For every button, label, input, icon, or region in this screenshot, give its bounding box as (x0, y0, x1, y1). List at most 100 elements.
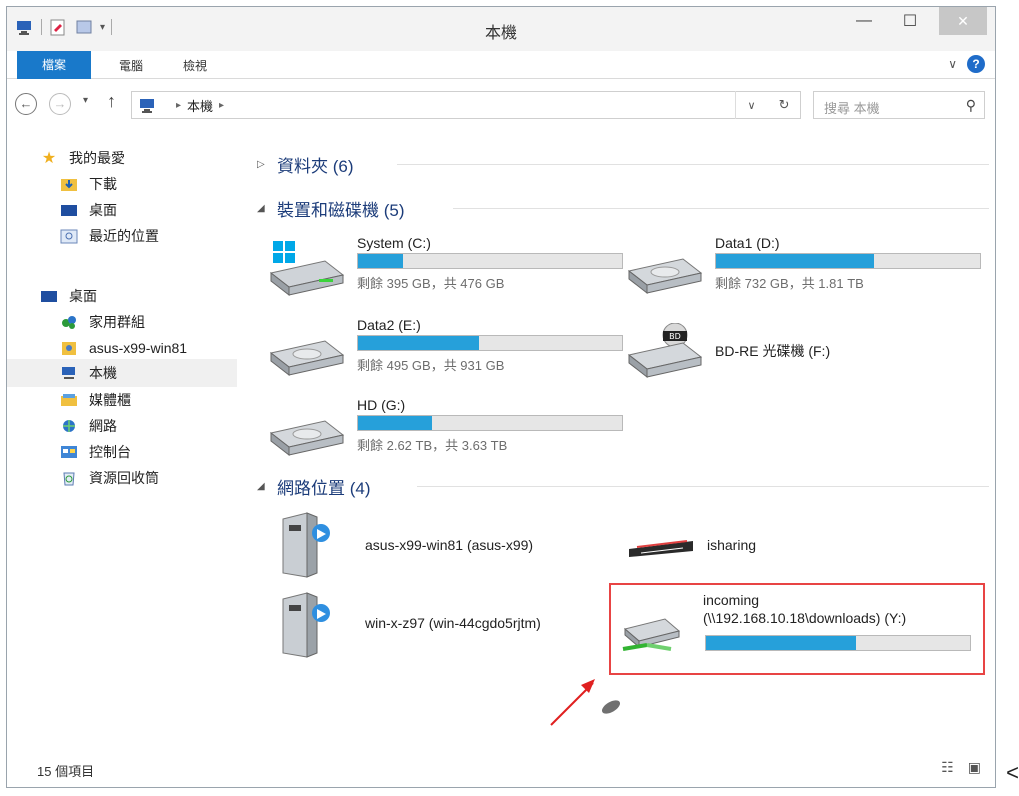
nav-selection-highlight (7, 359, 237, 387)
nav-recycle-bin[interactable]: 資源回收筒 (59, 465, 159, 491)
minimize-button[interactable]: — (841, 7, 887, 35)
group-network[interactable]: ◢ 網路位置 (4) (257, 473, 989, 499)
tab-computer[interactable]: 電腦 (119, 54, 143, 78)
network-drive-path: (\\192.168.10.18\downloads) (Y:) (703, 610, 907, 626)
status-bar: 15 個項目 ☷ ▣ (7, 751, 995, 787)
nav-label: 家用群組 (89, 314, 145, 330)
network-item[interactable]: asus-x99-win81 (asus-x99) (277, 511, 617, 581)
explorer-window: ▾ 本機 — ☐ ✕ 檔案 電腦 檢視 ∨ ? ← → ▾ ↑ ▸ 本機 ▸ ∨ (6, 6, 996, 788)
forward-button[interactable]: → (49, 93, 71, 115)
network-icon (59, 417, 79, 435)
expand-arrow-icon[interactable]: ▷ (257, 159, 267, 170)
nav-label: 網路 (89, 418, 117, 434)
nav-this-pc[interactable]: 本機 (59, 360, 117, 386)
nav-label: 桌面 (89, 202, 117, 218)
help-icon[interactable]: ? (967, 55, 985, 73)
nav-label: 資源回收筒 (89, 470, 159, 486)
collapse-arrow-icon[interactable]: ◢ (257, 481, 267, 492)
nav-favorites[interactable]: ★ 我的最愛 (39, 145, 125, 171)
search-icon[interactable]: ⚲ (966, 97, 976, 114)
hard-drive-icon (269, 340, 345, 377)
group-title: 資料夾 (6) (277, 156, 354, 176)
drive-item[interactable]: Data1 (D:) 剩餘 732 GB，共 1.81 TB (625, 235, 981, 303)
address-dropdown-icon[interactable]: ∨ (748, 99, 756, 112)
edge-character: < (1006, 760, 1019, 785)
drive-free-space: 剩餘 732 GB，共 1.81 TB (715, 276, 864, 291)
drive-item[interactable]: Data2 (E:) 剩餘 495 GB，共 931 GB (267, 317, 623, 385)
hard-drive-icon (627, 258, 703, 295)
nav-label: 下載 (89, 176, 117, 192)
drive-item[interactable]: System (C:) 剩餘 395 GB，共 476 GB (267, 235, 623, 303)
isharing-logo-icon (629, 540, 693, 557)
network-drive-icon[interactable] (621, 607, 683, 657)
nav-control-panel[interactable]: 控制台 (59, 439, 131, 465)
nav-desktop[interactable]: 桌面 (39, 283, 97, 309)
drive-name: HD (G:) (357, 397, 406, 413)
network-item-name: win-x-z97 (win-44cgdo5rjtm) (365, 615, 541, 631)
annotation-arrow-icon (550, 679, 621, 726)
group-divider (397, 164, 989, 165)
network-item[interactable]: win-x-z97 (win-44cgdo5rjtm) (277, 591, 617, 661)
nav-homegroup[interactable]: 家用群組 (59, 309, 145, 335)
nav-recent-places[interactable]: 最近的位置 (59, 223, 159, 249)
expand-ribbon-icon[interactable]: ∨ (948, 57, 957, 71)
media-server-icon (282, 512, 330, 578)
nav-user[interactable]: asus-x99-win81 (59, 335, 187, 361)
libraries-icon (59, 391, 79, 409)
group-devices[interactable]: ◢ 裝置和磁碟機 (5) (257, 195, 989, 221)
drive-item[interactable]: BD BD-RE 光碟機 (F:) (625, 317, 965, 385)
group-divider (453, 208, 989, 209)
nav-label: 最近的位置 (89, 228, 159, 244)
drive-usage-bar (357, 335, 623, 351)
breadcrumb-arrow-icon[interactable]: ▸ (176, 100, 181, 111)
nav-libraries[interactable]: 媒體櫃 (59, 387, 131, 413)
drive-name: BD-RE 光碟機 (F:) (715, 343, 831, 359)
search-placeholder: 搜尋 本機 (824, 101, 880, 116)
network-drive-name[interactable]: incoming (703, 591, 759, 609)
bd-drive-icon: BD (627, 323, 703, 379)
pc-icon (59, 364, 79, 382)
breadcrumb-item[interactable]: 本機 (187, 96, 213, 115)
large-icons-view-icon[interactable]: ▣ (968, 759, 981, 776)
navigation-pane: ★ 我的最愛 下載 桌面 最近的位置 桌面 家用群組 asus-x99-win8… (7, 137, 237, 737)
recent-locations-icon[interactable]: ▾ (83, 95, 88, 106)
homegroup-icon (59, 313, 79, 331)
back-button[interactable]: ← (15, 93, 37, 115)
nav-network[interactable]: 網路 (59, 413, 117, 439)
up-button[interactable]: ↑ (107, 91, 116, 112)
nav-label: 媒體櫃 (89, 392, 131, 408)
close-button[interactable]: ✕ (939, 7, 987, 35)
group-folders[interactable]: ▷ 資料夾 (6) (257, 151, 989, 177)
nav-label: asus-x99-win81 (89, 340, 188, 356)
drive-item[interactable]: HD (G:) 剩餘 2.62 TB，共 3.63 TB (267, 397, 623, 465)
collapse-arrow-icon[interactable]: ◢ (257, 203, 267, 214)
nav-downloads[interactable]: 下載 (59, 171, 117, 197)
control-panel-icon (59, 443, 79, 461)
pc-icon (138, 97, 158, 118)
breadcrumb-arrow-icon[interactable]: ▸ (219, 100, 224, 111)
nav-label: 桌面 (69, 288, 97, 304)
refresh-icon[interactable]: ↻ (779, 97, 790, 113)
tab-view[interactable]: 檢視 (183, 54, 207, 78)
media-server-icon (282, 592, 330, 658)
nav-desktop-fav[interactable]: 桌面 (59, 197, 117, 223)
search-input[interactable]: 搜尋 本機 ⚲ (813, 91, 985, 119)
network-item[interactable]: isharing (627, 511, 967, 581)
address-bar[interactable]: ▸ 本機 ▸ (131, 91, 801, 119)
maximize-button[interactable]: ☐ (887, 7, 933, 35)
drive-usage-bar (705, 635, 971, 651)
star-icon: ★ (41, 150, 57, 167)
drive-name: Data2 (E:) (357, 317, 421, 333)
tab-file[interactable]: 檔案 (17, 51, 91, 79)
details-view-icon[interactable]: ☷ (941, 759, 954, 776)
desktop-icon (59, 201, 79, 219)
nav-label: 控制台 (89, 444, 131, 460)
drive-usage-bar (715, 253, 981, 269)
group-title: 網路位置 (4) (277, 478, 371, 498)
group-title: 裝置和磁碟機 (5) (277, 200, 405, 220)
item-count: 15 個項目 (37, 764, 95, 779)
drive-usage-bar (357, 253, 623, 269)
group-divider (417, 486, 989, 487)
user-folder-icon (59, 339, 79, 357)
recent-places-icon (59, 227, 79, 245)
